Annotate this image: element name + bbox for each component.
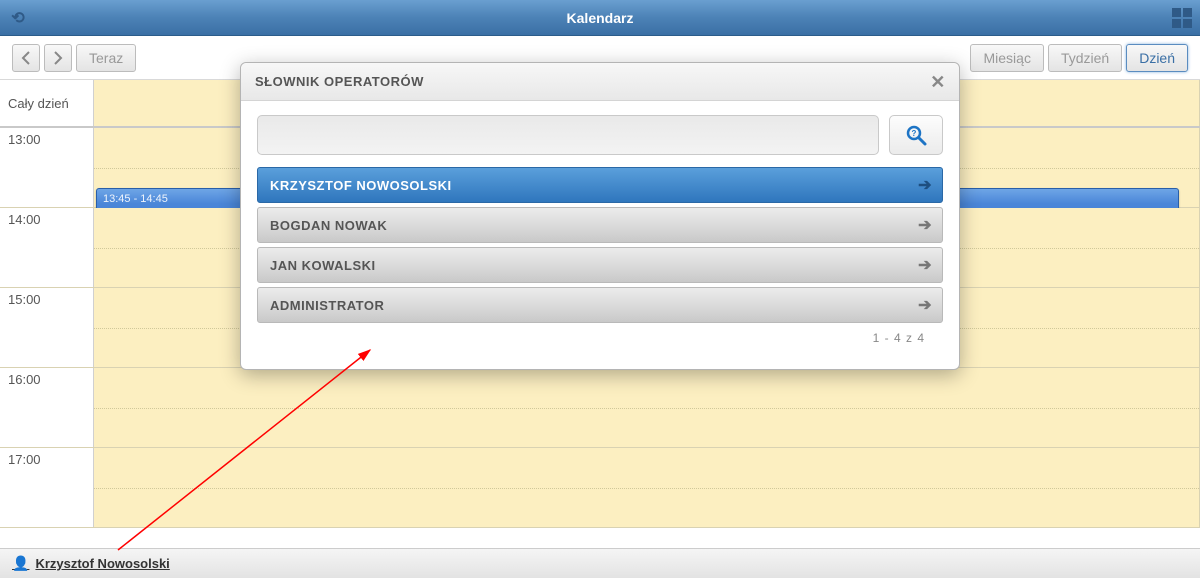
operator-item-label: BOGDAN NOWAK [270, 218, 387, 233]
view-month-button[interactable]: Miesiąc [970, 44, 1043, 72]
operator-dictionary-modal: SŁOWNIK OPERATORÓW ✕ ? KRZYSZTOF NOWOSOL… [240, 62, 960, 370]
app-header: ⟲ Kalendarz [0, 0, 1200, 36]
search-button[interactable]: ? [889, 115, 943, 155]
hour-label: 17:00 [0, 448, 94, 527]
hour-cell[interactable] [94, 448, 1200, 527]
hour-cell[interactable] [94, 368, 1200, 447]
operator-item-label: ADMINISTRATOR [270, 298, 384, 313]
operator-item[interactable]: JAN KOWALSKI ➔ [257, 247, 943, 283]
hour-row-17: 17:00 [0, 448, 1200, 528]
operator-item[interactable]: ADMINISTRATOR ➔ [257, 287, 943, 323]
operator-item-label: JAN KOWALSKI [270, 258, 376, 273]
search-input[interactable] [257, 115, 879, 155]
operator-list: KRZYSZTOF NOWOSOLSKI➔BOGDAN NOWAK➔JAN KO… [257, 167, 943, 323]
person-icon: 👤 [12, 555, 29, 572]
arrow-right-icon: ➔ [918, 215, 932, 235]
view-week-button[interactable]: Tydzień [1048, 44, 1122, 72]
hour-row-16: 16:00 [0, 368, 1200, 448]
hour-label: 14:00 [0, 208, 94, 287]
hour-label: 15:00 [0, 288, 94, 367]
allday-label: Cały dzień [0, 80, 94, 126]
refresh-icon[interactable]: ⟲ [8, 8, 28, 28]
operator-item-label: KRZYSZTOF NOWOSOLSKI [270, 178, 452, 193]
apps-grid-icon[interactable] [1172, 8, 1192, 28]
search-row: ? [257, 115, 943, 155]
footer-user-name: Krzysztof Nowosolski [35, 556, 169, 571]
modal-body: ? KRZYSZTOF NOWOSOLSKI➔BOGDAN NOWAK➔JAN … [241, 101, 959, 351]
arrow-right-icon: ➔ [918, 295, 932, 315]
footer-user-picker[interactable]: 👤 Krzysztof Nowosolski [0, 548, 1200, 578]
search-icon: ? [904, 123, 928, 147]
operator-item[interactable]: KRZYSZTOF NOWOSOLSKI ➔ [257, 167, 943, 203]
prev-button[interactable] [12, 44, 40, 72]
arrow-right-icon: ➔ [918, 255, 932, 275]
hour-label: 13:00 [0, 128, 94, 207]
operator-item[interactable]: BOGDAN NOWAK ➔ [257, 207, 943, 243]
chevron-left-icon [21, 51, 31, 65]
view-day-button[interactable]: Dzień [1126, 44, 1188, 72]
now-button[interactable]: Teraz [76, 44, 136, 72]
pager-text: 1 - 4 z 4 [257, 327, 943, 345]
hour-label: 16:00 [0, 368, 94, 447]
modal-header: SŁOWNIK OPERATORÓW ✕ [241, 63, 959, 101]
svg-text:?: ? [912, 129, 917, 138]
modal-title: SŁOWNIK OPERATORÓW [255, 74, 424, 89]
view-switch: Miesiąc Tydzień Dzień [966, 44, 1188, 72]
chevron-right-icon [53, 51, 63, 65]
arrow-right-icon: ➔ [918, 175, 932, 195]
app-title: Kalendarz [567, 10, 634, 26]
close-icon[interactable]: ✕ [927, 71, 949, 93]
next-button[interactable] [44, 44, 72, 72]
